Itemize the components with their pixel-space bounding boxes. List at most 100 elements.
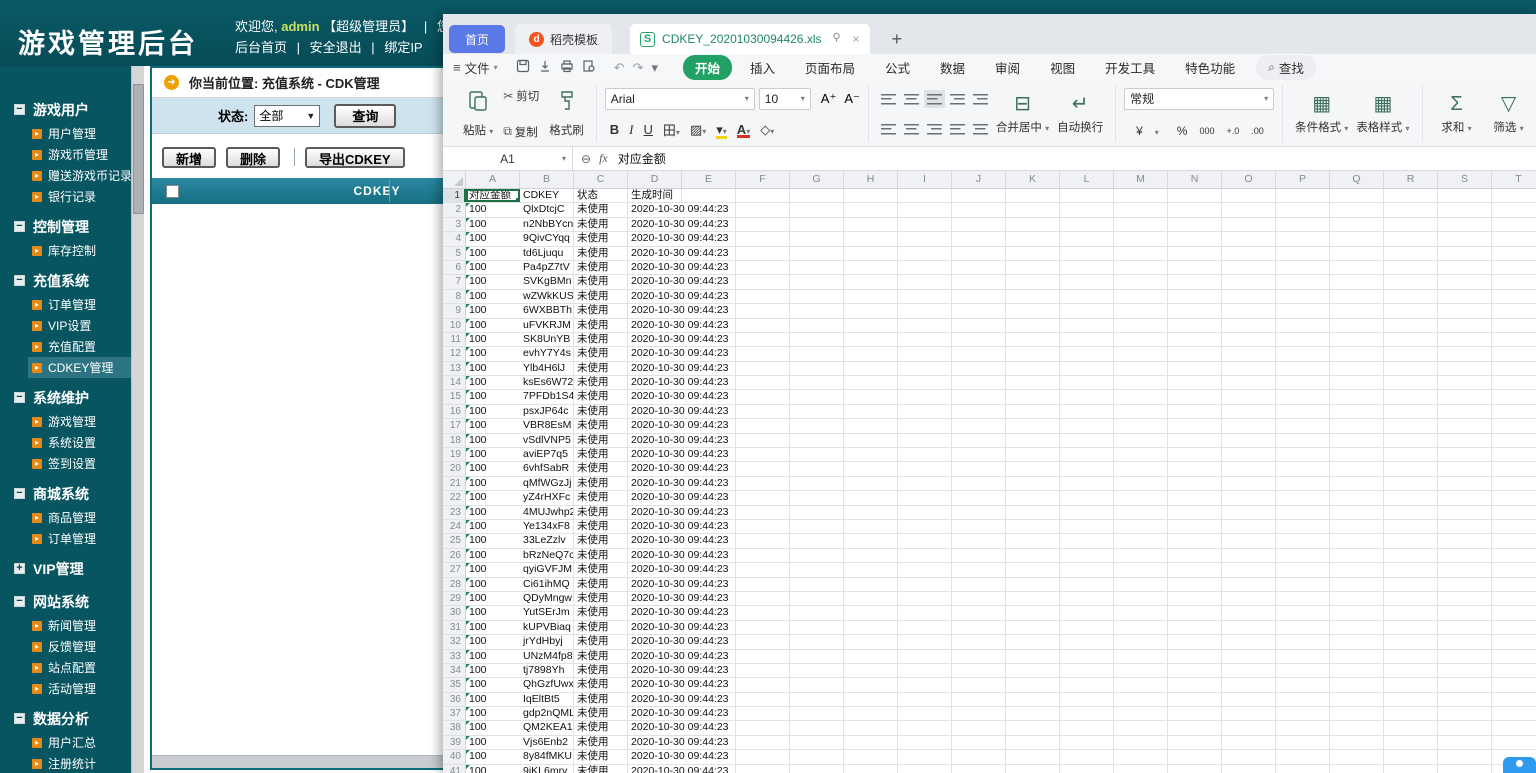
sidebar-item[interactable]: ▸ 游戏币管理 — [0, 144, 131, 165]
cell-time[interactable]: 2020-10-30 09:44:23 — [628, 275, 736, 288]
row-number[interactable]: 16 — [443, 405, 466, 418]
cell-amount[interactable]: 100 — [466, 707, 520, 720]
cell-amount[interactable]: 100 — [466, 376, 520, 389]
cell-amount[interactable]: 100 — [466, 534, 520, 547]
column-header[interactable]: H — [844, 171, 898, 188]
cell-amount[interactable]: 100 — [466, 549, 520, 562]
column-header[interactable]: S — [1438, 171, 1492, 188]
row-number[interactable]: 10 — [443, 319, 466, 332]
cell-time[interactable]: 2020-10-30 09:44:23 — [628, 247, 736, 260]
empty-cells[interactable] — [736, 693, 1536, 706]
cell-amount[interactable]: 100 — [466, 434, 520, 447]
cell-status[interactable]: 未使用 — [574, 203, 628, 216]
add-button[interactable]: 新增 — [162, 147, 216, 168]
ribbon-tool-button[interactable]: ▽ 筛选 ▾ — [1483, 92, 1535, 135]
cell-cdkey[interactable]: 7PFDb1S4 — [520, 390, 574, 403]
sidebar-item[interactable]: ▸ 用户管理 — [0, 123, 131, 144]
cell-status[interactable]: 未使用 — [574, 736, 628, 749]
redo-icon[interactable]: ↷ — [633, 60, 644, 76]
row-number[interactable]: 6 — [443, 261, 466, 274]
empty-cells[interactable] — [736, 390, 1536, 403]
cell-time[interactable]: 2020-10-30 09:44:23 — [628, 635, 736, 648]
cell-amount[interactable]: 100 — [466, 765, 520, 773]
sidebar-item[interactable]: ▸ 订单管理 — [0, 528, 131, 549]
cell-cdkey[interactable]: bRzNeQ7c — [520, 549, 574, 562]
cell-cdkey[interactable]: qMfWGzJj — [520, 477, 574, 490]
section-toggle-icon[interactable]: − — [14, 104, 25, 115]
italic-button[interactable]: I — [629, 122, 633, 138]
cell-amount[interactable]: 100 — [466, 491, 520, 504]
cell-time[interactable]: 2020-10-30 09:44:23 — [628, 693, 736, 706]
sidebar-item[interactable]: ▸ 签到设置 — [0, 453, 131, 474]
column-header[interactable]: L — [1060, 171, 1114, 188]
cell-amount[interactable]: 100 — [466, 261, 520, 274]
scrollbar-thumb[interactable] — [133, 84, 144, 214]
cell-amount[interactable]: 100 — [466, 506, 520, 519]
section-toggle-icon[interactable]: − — [14, 392, 25, 403]
cell-cdkey[interactable]: Ylb4H6lJ — [520, 362, 574, 375]
cell-D1[interactable]: 生成时间 — [628, 189, 682, 202]
cell-time[interactable]: 2020-10-30 09:44:23 — [628, 376, 736, 389]
empty-cells[interactable] — [736, 664, 1536, 677]
cell-time[interactable]: 2020-10-30 09:44:23 — [628, 491, 736, 504]
wrap-text-button[interactable]: ↵ 自动换行 — [1053, 92, 1107, 135]
cell-amount[interactable]: 100 — [466, 736, 520, 749]
empty-cells[interactable] — [736, 232, 1536, 245]
ribbon-tab[interactable]: 特色功能 — [1173, 55, 1247, 80]
ribbon-tool-button[interactable]: Σ 求和 ▾ — [1431, 92, 1483, 135]
sidebar-item[interactable]: − ▸ 数据分析 — [0, 705, 131, 732]
cell-time[interactable]: 2020-10-30 09:44:23 — [628, 448, 736, 461]
row-number[interactable]: 24 — [443, 520, 466, 533]
cell-time[interactable]: 2020-10-30 09:44:23 — [628, 606, 736, 619]
row-number[interactable]: 38 — [443, 721, 466, 734]
sidebar-item[interactable]: ▸ 注册统计 — [0, 753, 131, 773]
cut-button[interactable]: ✂ 剪切 — [503, 87, 539, 105]
empty-cells[interactable] — [736, 448, 1536, 461]
sidebar-item[interactable]: − ▸ 商城系统 — [0, 480, 131, 507]
cell-status[interactable]: 未使用 — [574, 232, 628, 245]
increase-indent-icon[interactable] — [973, 93, 988, 105]
section-toggle-icon[interactable]: − — [14, 221, 25, 232]
cell-time[interactable]: 2020-10-30 09:44:23 — [628, 534, 736, 547]
cell-status[interactable]: 未使用 — [574, 405, 628, 418]
cell-amount[interactable]: 100 — [466, 621, 520, 634]
column-header[interactable]: N — [1168, 171, 1222, 188]
row-number[interactable]: 11 — [443, 333, 466, 346]
row-number[interactable]: 5 — [443, 247, 466, 260]
cell-time[interactable]: 2020-10-30 09:44:23 — [628, 261, 736, 274]
cell-cdkey[interactable]: SK8UnYB — [520, 333, 574, 346]
cell-amount[interactable]: 100 — [466, 592, 520, 605]
sidebar-item[interactable]: − ▸ 游戏用户 — [0, 96, 131, 123]
cell-status[interactable]: 未使用 — [574, 520, 628, 533]
cell-cdkey[interactable]: qyiGVFJM — [520, 563, 574, 576]
sidebar-item[interactable]: ▸ 游戏管理 — [0, 411, 131, 432]
row-number[interactable]: 37 — [443, 707, 466, 720]
row-number[interactable]: 19 — [443, 448, 466, 461]
sidebar-item[interactable]: − ▸ 控制管理 — [0, 213, 131, 240]
empty-cells[interactable] — [736, 750, 1536, 763]
font-size-select[interactable]: 10 ▾ — [759, 88, 811, 110]
currency-button[interactable]: ¥▾ — [1130, 124, 1165, 138]
cell-time[interactable]: 2020-10-30 09:44:23 — [628, 506, 736, 519]
cell-amount[interactable]: 100 — [466, 319, 520, 332]
cell-cdkey[interactable]: Ye134xF8 — [520, 520, 574, 533]
ribbon-tab[interactable]: 页面布局 — [793, 55, 867, 80]
sidebar-item[interactable]: ▸ CDKEY管理 — [28, 357, 131, 378]
cell-time[interactable]: 2020-10-30 09:44:23 — [628, 405, 736, 418]
cell-amount[interactable]: 100 — [466, 232, 520, 245]
cell-status[interactable]: 未使用 — [574, 247, 628, 260]
select-all-checkbox[interactable] — [166, 185, 179, 198]
sidebar-item[interactable]: ▸ 活动管理 — [0, 678, 131, 699]
section-toggle-icon[interactable]: − — [14, 713, 25, 724]
cell-time[interactable]: 2020-10-30 09:44:23 — [628, 621, 736, 634]
cell-cdkey[interactable]: 6vhfSabR — [520, 462, 574, 475]
sidebar-item[interactable]: ▸ 反馈管理 — [0, 636, 131, 657]
empty-cells[interactable] — [736, 621, 1536, 634]
insert-function-icon[interactable]: fx — [599, 151, 608, 166]
sidebar-item[interactable]: ▸ 新闻管理 — [0, 615, 131, 636]
cell-time[interactable]: 2020-10-30 09:44:23 — [628, 347, 736, 360]
row-number[interactable]: 34 — [443, 664, 466, 677]
cell-amount[interactable]: 100 — [466, 419, 520, 432]
cell-amount[interactable]: 100 — [466, 333, 520, 346]
empty-cells[interactable] — [736, 434, 1536, 447]
